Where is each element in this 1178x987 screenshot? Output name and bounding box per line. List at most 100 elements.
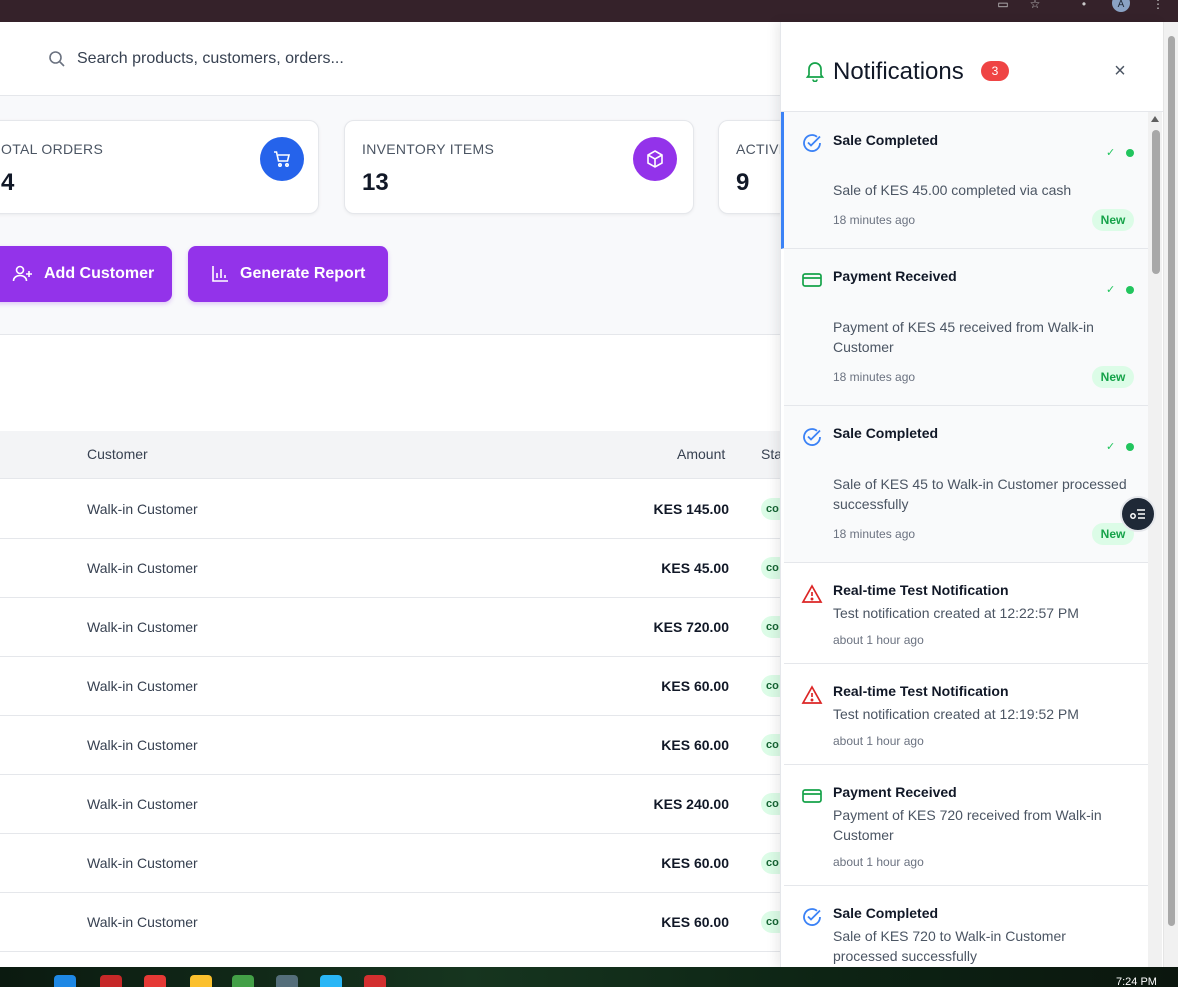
notification-item[interactable]: Sale Completed ✓ Sale of KES 45.00 compl… [781, 112, 1150, 249]
notification-time: 18 minutes ago [833, 370, 916, 384]
unread-dot [1126, 443, 1134, 451]
read-check-icon[interactable]: ✓ [1106, 440, 1115, 453]
taskbar: 7:24 PM [0, 967, 1178, 987]
whatsapp-icon[interactable] [232, 975, 254, 987]
warning-icon [801, 584, 823, 603]
notification-message: Payment of KES 720 received from Walk-in… [833, 807, 1102, 843]
notification-message: Sale of KES 45.00 completed via cash [833, 182, 1072, 198]
cell-customer: Walk-in Customer [87, 501, 198, 517]
notifications-panel: Notifications 3 × Sale Completed ✓ Sale … [780, 22, 1163, 967]
table-row[interactable]: Walk-in Customer KES 60.00 co [0, 657, 791, 716]
notifications-title: Notifications [833, 58, 964, 85]
cell-amount: KES 60.00 [661, 914, 729, 930]
read-check-icon[interactable]: ✓ [1106, 283, 1115, 296]
cell-amount: KES 60.00 [661, 678, 729, 694]
credit-card-icon [802, 273, 822, 287]
floating-menu-button[interactable] [1120, 496, 1156, 532]
unread-dot [1126, 149, 1134, 157]
chrome-icon[interactable] [276, 975, 298, 987]
stat-label: OTAL ORDERS [1, 141, 104, 157]
notification-item[interactable]: Real-time Test Notification Test notific… [784, 563, 1150, 664]
notification-title: Sale Completed [833, 425, 939, 441]
unread-count-badge: 3 [981, 61, 1009, 81]
notification-title: Sale Completed [833, 905, 939, 921]
notification-time: about 1 hour ago [833, 633, 924, 647]
credit-card-icon [802, 789, 822, 803]
table-row[interactable]: Walk-in Customer KES 145.00 co [0, 480, 791, 539]
notification-title: Payment Received [833, 268, 957, 284]
cell-customer: Walk-in Customer [87, 914, 198, 930]
page-scrollbar-thumb[interactable] [1168, 36, 1175, 926]
add-customer-button[interactable]: Add Customer [0, 246, 172, 302]
notification-message: Test notification created at 12:19:52 PM [833, 706, 1079, 722]
check-circle-icon [803, 428, 821, 446]
search-icon [49, 51, 65, 67]
browser-toolbar: ▭ ☆ • A ⋮ [0, 0, 1178, 22]
search-input[interactable]: Search products, customers, orders... [77, 50, 344, 68]
profile-avatar[interactable]: A [1112, 0, 1130, 12]
calendar-icon[interactable] [320, 975, 342, 987]
cell-amount: KES 145.00 [653, 501, 730, 517]
clock[interactable]: 7:24 PM [1116, 976, 1157, 987]
cart-icon [260, 137, 304, 181]
scrollbar-thumb[interactable] [1152, 130, 1160, 274]
notification-time: 18 minutes ago [833, 527, 916, 541]
bell-icon [805, 62, 825, 82]
table-row[interactable]: Walk-in Customer KES 60.00 co [0, 834, 791, 893]
orders-table: Customer Amount Sta Walk-in Customer KES… [0, 335, 791, 967]
cell-customer: Walk-in Customer [87, 737, 198, 753]
cell-customer: Walk-in Customer [87, 560, 198, 576]
notification-item[interactable]: Sale Completed Sale of KES 720 to Walk-i… [784, 886, 1150, 967]
user-plus-icon [12, 265, 32, 282]
table-row[interactable]: Walk-in Customer KES 240.00 co [0, 775, 791, 834]
new-badge: New [1092, 209, 1134, 231]
folder-icon[interactable] [190, 975, 212, 987]
notifications-scrollbar[interactable] [1148, 112, 1162, 967]
notification-time: about 1 hour ago [833, 734, 924, 748]
app-icon[interactable] [100, 975, 122, 987]
opera-icon[interactable] [144, 975, 166, 987]
stat-value: 4 [1, 169, 15, 196]
notification-title: Real-time Test Notification [833, 683, 1009, 699]
stat-value: 9 [736, 169, 750, 196]
cell-amount: KES 720.00 [653, 619, 730, 635]
scroll-up-icon[interactable] [1151, 116, 1159, 122]
stat-card-inventory: INVENTORY ITEMS 13 [344, 120, 694, 214]
cell-customer: Walk-in Customer [87, 619, 198, 635]
close-icon[interactable]: × [1111, 61, 1129, 81]
check-circle-icon [803, 134, 821, 152]
cell-amount: KES 240.00 [653, 796, 730, 812]
cell-amount: KES 60.00 [661, 737, 729, 753]
cell-customer: Walk-in Customer [87, 855, 198, 871]
app-icon[interactable] [364, 975, 386, 987]
table-row[interactable]: Walk-in Customer KES 60.00 co [0, 893, 791, 952]
page-scrollbar[interactable] [1163, 22, 1178, 967]
notifications-header: Notifications 3 × [781, 22, 1163, 112]
extensions-icon[interactable]: • [1076, 0, 1092, 10]
notification-message: Payment of KES 45 received from Walk-in … [833, 319, 1094, 355]
read-check-icon[interactable]: ✓ [1106, 146, 1115, 159]
notification-item[interactable]: Payment Received ✓ Payment of KES 45 rec… [784, 249, 1150, 406]
generate-report-button[interactable]: Generate Report [188, 246, 388, 302]
table-row[interactable]: Walk-in Customer KES 45.00 co [0, 539, 791, 598]
table-row[interactable]: Walk-in Customer KES 60.00 co [0, 716, 791, 775]
device-icon[interactable]: ▭ [995, 0, 1011, 10]
notification-message: Sale of KES 720 to Walk-in Customer proc… [833, 928, 1066, 964]
check-circle-icon [803, 908, 821, 926]
notification-item[interactable]: Payment Received Payment of KES 720 rece… [784, 765, 1150, 886]
notification-item[interactable]: Sale Completed ✓ Sale of KES 45 to Walk-… [784, 406, 1150, 563]
table-row[interactable]: Walk-in Customer KES 720.00 co [0, 598, 791, 657]
column-header-amount[interactable]: Amount [677, 446, 725, 462]
column-header-customer[interactable]: Customer [87, 446, 148, 462]
bookmark-star-icon[interactable]: ☆ [1027, 0, 1043, 10]
notification-time: 18 minutes ago [833, 213, 916, 227]
browser-menu-icon[interactable]: ⋮ [1150, 0, 1166, 10]
notification-title: Sale Completed [833, 132, 939, 148]
notification-title: Real-time Test Notification [833, 582, 1009, 598]
stat-card-total-orders: OTAL ORDERS 4 [0, 120, 319, 214]
column-header-status[interactable]: Sta [761, 446, 782, 462]
notification-item[interactable]: Real-time Test Notification Test notific… [784, 664, 1150, 765]
start-icon[interactable] [54, 975, 76, 987]
cell-amount: KES 60.00 [661, 855, 729, 871]
cell-customer: Walk-in Customer [87, 678, 198, 694]
